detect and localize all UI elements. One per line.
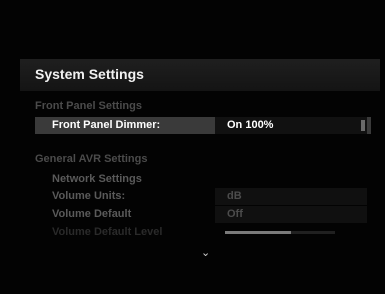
section-front-panel: Front Panel Settings xyxy=(35,100,142,112)
front-panel-dimmer-value-text: On 100% xyxy=(227,119,274,131)
volume-units-label: Volume Units: xyxy=(52,190,126,202)
volume-units-value-text: dB xyxy=(227,190,242,202)
section-general-avr: General AVR Settings xyxy=(35,153,148,165)
volume-units-row[interactable]: Volume Units: dB xyxy=(35,188,371,205)
volume-default-level-fill xyxy=(225,231,291,234)
value-scroll-indicator xyxy=(361,120,365,131)
network-settings-row[interactable]: Network Settings xyxy=(35,171,371,188)
front-panel-dimmer-label: Front Panel Dimmer: xyxy=(52,119,161,131)
volume-default-row[interactable]: Volume Default Off xyxy=(35,206,371,223)
chevron-down-icon[interactable]: ⌄ xyxy=(201,246,210,259)
volume-default-level-row[interactable]: Volume Default Level xyxy=(35,224,371,241)
volume-default-value[interactable]: Off xyxy=(215,206,367,223)
volume-default-level-slider[interactable] xyxy=(215,224,367,241)
volume-default-value-text: Off xyxy=(227,208,243,220)
volume-default-level-label: Volume Default Level xyxy=(52,226,163,238)
settings-screen: System Settings Front Panel Settings Fro… xyxy=(0,0,385,294)
front-panel-dimmer-value[interactable]: On 100% xyxy=(215,117,367,134)
front-panel-dimmer-row[interactable]: Front Panel Dimmer: On 100% xyxy=(35,117,371,134)
network-settings-label: Network Settings xyxy=(52,173,142,185)
volume-units-value[interactable]: dB xyxy=(215,188,367,205)
volume-default-label: Volume Default xyxy=(52,208,132,220)
volume-default-level-track xyxy=(225,231,335,234)
page-title: System Settings xyxy=(35,66,144,82)
